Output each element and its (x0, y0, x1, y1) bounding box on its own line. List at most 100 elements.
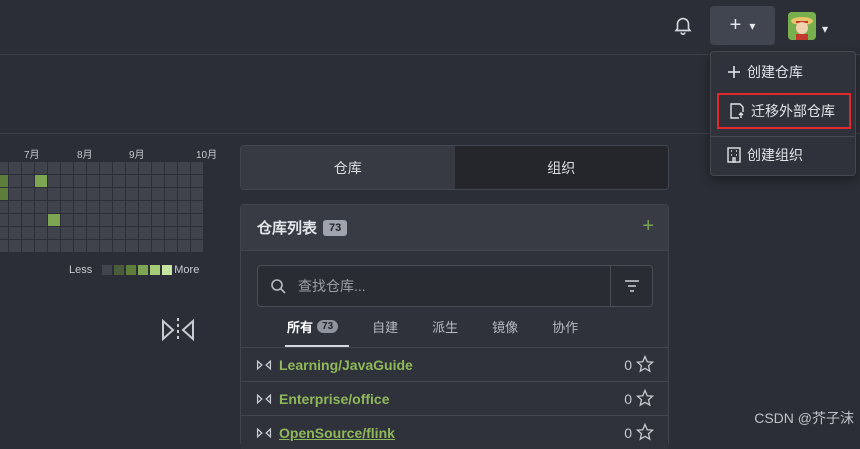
legend-swatch (126, 265, 137, 275)
heatmap-cell (74, 201, 86, 213)
chevron-down-icon: ▾ (749, 18, 756, 33)
heatmap-cell (74, 214, 86, 226)
menu-item-create-repo[interactable]: 创建仓库 (711, 54, 855, 90)
repo-name-link[interactable]: Enterprise/office (279, 391, 389, 407)
heatmap-cell (191, 227, 203, 239)
subtab-all[interactable]: 所有 73 (287, 317, 339, 336)
heatmap-cell (178, 227, 190, 239)
table-row[interactable]: OpenSource/flink 0 (241, 415, 668, 449)
heatmap-cell (61, 162, 73, 174)
heatmap-cell (165, 175, 177, 187)
star-count: 0 (624, 390, 632, 407)
tab-repositories[interactable]: 仓库 (241, 146, 455, 189)
heatmap-cell (165, 240, 177, 252)
menu-item-create-org[interactable]: 创建组织 (711, 137, 855, 173)
star-count: 0 (624, 356, 632, 373)
subtab-own[interactable]: 自建 (372, 317, 398, 336)
heatmap-cell (191, 201, 203, 213)
repo-name-link[interactable]: OpenSource/flink (279, 425, 395, 441)
star-icon[interactable] (636, 355, 654, 373)
repo-search-input[interactable] (296, 277, 600, 295)
heatmap-cell (100, 214, 112, 226)
heatmap-cell (9, 162, 21, 174)
table-row[interactable]: Enterprise/office 0 (241, 381, 668, 415)
heatmap-cell (139, 240, 151, 252)
heatmap-cell (152, 240, 164, 252)
month-label: 7月 (24, 150, 40, 161)
star-icon[interactable] (636, 389, 654, 407)
heatmap-cell (178, 201, 190, 213)
heatmap-cell (152, 188, 164, 200)
subtab-forked[interactable]: 派生 (432, 317, 458, 336)
heatmap-cell (113, 227, 125, 239)
watermark: CSDN @芥子沫 (754, 410, 854, 426)
heatmap-cell (0, 240, 8, 252)
menu-item-migrate-repo[interactable]: 迁移外部仓库 (717, 93, 851, 129)
subtab-collab[interactable]: 协作 (552, 317, 578, 336)
legend-more-label: More (174, 264, 200, 276)
heatmap-cell (9, 201, 21, 213)
heatmap-cell (61, 227, 73, 239)
heatmap-cell (35, 175, 47, 187)
contribution-heatmap (0, 162, 203, 252)
heatmap-cell (9, 227, 21, 239)
fork-icon (256, 427, 272, 438)
heatmap-cell (87, 188, 99, 200)
avatar[interactable] (788, 12, 816, 40)
star-icon[interactable] (636, 423, 654, 441)
heatmap-cell (191, 162, 203, 174)
heatmap-cell (113, 162, 125, 174)
create-menu-button[interactable]: + ▾ (710, 6, 775, 45)
filter-button[interactable] (610, 266, 652, 306)
heatmap-cell (9, 188, 21, 200)
repo-name-link[interactable]: Learning/JavaGuide (279, 357, 413, 373)
bell-icon[interactable] (672, 14, 694, 36)
heatmap-cell (100, 175, 112, 187)
month-label: 9月 (129, 150, 145, 161)
heatmap-cell (74, 240, 86, 252)
heatmap-cell (100, 227, 112, 239)
heatmap-cell (191, 175, 203, 187)
subtab-mirror[interactable]: 镜像 (492, 317, 518, 336)
heatmap-cell (139, 175, 151, 187)
heatmap-cell (178, 162, 190, 174)
heatmap-cell (165, 214, 177, 226)
legend-less-label: Less (69, 264, 93, 276)
heatmap-cell (87, 227, 99, 239)
heatmap-cell (139, 227, 151, 239)
heatmap-cell (61, 175, 73, 187)
filter-icon (624, 280, 639, 292)
heatmap-cell (139, 214, 151, 226)
heatmap-cell (74, 188, 86, 200)
heatmap-cell (48, 188, 60, 200)
repo-org-tabs: 仓库 组织 (240, 145, 669, 190)
heatmap-cell (0, 188, 8, 200)
heatmap-cell (35, 162, 47, 174)
legend-swatch (138, 265, 149, 275)
heatmap-cell (139, 162, 151, 174)
repo-list-title: 仓库列表 (257, 220, 318, 237)
avatar-chevron-icon[interactable]: ▾ (822, 22, 828, 36)
month-label: 10月 (196, 150, 218, 161)
heatmap-cell (113, 188, 125, 200)
tab-organizations[interactable]: 组织 (454, 146, 668, 189)
heatmap-cell (178, 175, 190, 187)
heatmap-cell (165, 162, 177, 174)
legend-swatch (162, 265, 173, 275)
heatmap-cell (87, 214, 99, 226)
heatmap-cell (22, 188, 34, 200)
heatmap-cell (178, 214, 190, 226)
heatmap-cell (22, 240, 34, 252)
heatmap-cell (74, 175, 86, 187)
heatmap-cell (100, 240, 112, 252)
table-row[interactable]: Learning/JavaGuide 0 (241, 347, 668, 381)
heatmap-cell (152, 227, 164, 239)
heatmap-cell (126, 188, 138, 200)
heatmap-cell (126, 214, 138, 226)
menu-item-label: 创建组织 (747, 147, 803, 163)
heatmap-cell (165, 188, 177, 200)
fork-icon (256, 393, 272, 404)
heatmap-cell (191, 240, 203, 252)
add-repo-button[interactable]: + (642, 215, 654, 238)
heatmap-cell (152, 175, 164, 187)
